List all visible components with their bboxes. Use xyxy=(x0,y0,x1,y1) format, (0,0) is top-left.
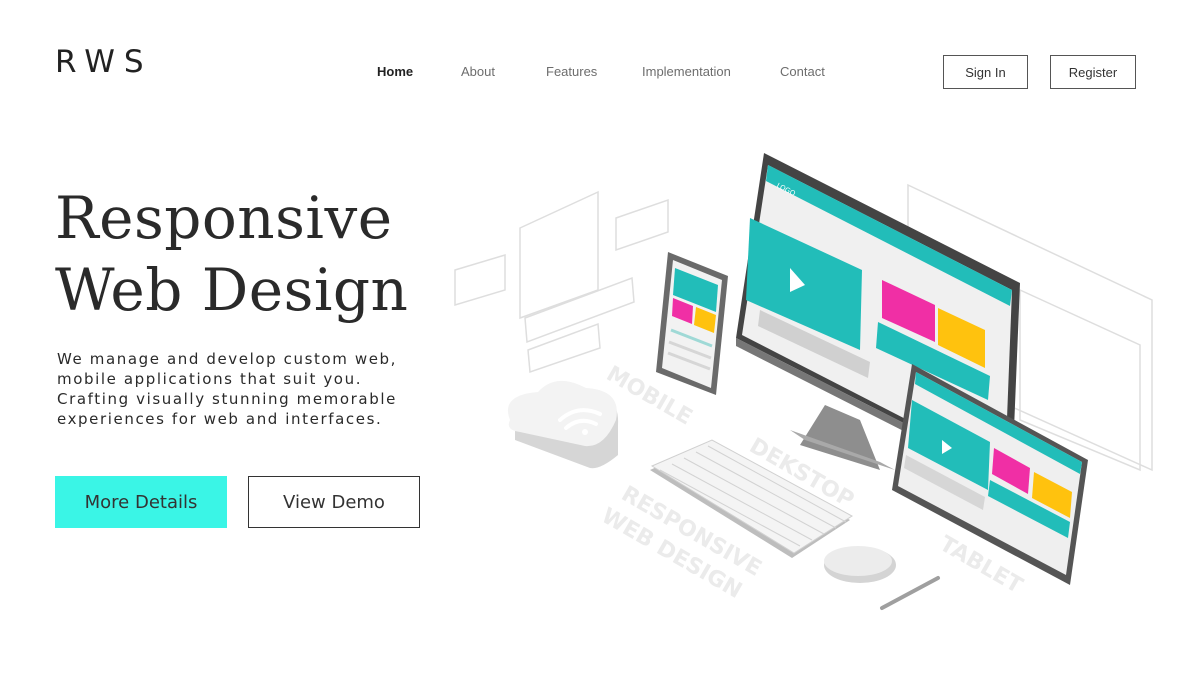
cloud-icon xyxy=(507,380,619,469)
nav-item-about[interactable]: About xyxy=(461,64,495,79)
hero-title-line-2: Web Design xyxy=(55,256,409,324)
hero-title: Responsive Web Design xyxy=(55,182,408,326)
nav-item-implementation[interactable]: Implementation xyxy=(642,64,731,79)
sign-in-button[interactable]: Sign In xyxy=(943,55,1028,89)
hero-title-line-1: Responsive xyxy=(55,184,393,252)
hero-description: We manage and develop custom web, mobile… xyxy=(57,349,437,429)
wireframe-image-card xyxy=(615,198,669,252)
nav-item-features[interactable]: Features xyxy=(546,64,597,79)
register-button[interactable]: Register xyxy=(1050,55,1136,89)
wireframe-text-box xyxy=(519,190,599,320)
hero-description-line: mobile applications that suit you. xyxy=(57,370,363,388)
hero-description-line: We manage and develop custom web, xyxy=(57,350,398,368)
hero-description-line: Crafting visually stunning memorable xyxy=(57,390,397,408)
nav-item-home[interactable]: Home xyxy=(377,64,413,79)
wireframe-bar xyxy=(527,322,601,374)
stylus-pen xyxy=(880,576,940,610)
hero-description-line: experiences for web and interfaces. xyxy=(57,410,383,428)
wireframe-image-card xyxy=(454,253,506,307)
phone-device xyxy=(656,252,728,395)
more-details-button[interactable]: More Details xyxy=(55,476,227,528)
responsive-devices-illustration: MOBILE DEKSTOP RESPONSIVE WEB DESIGN TAB… xyxy=(454,153,1153,610)
view-demo-button[interactable]: View Demo xyxy=(248,476,420,528)
nav-item-contact[interactable]: Contact xyxy=(780,64,825,79)
